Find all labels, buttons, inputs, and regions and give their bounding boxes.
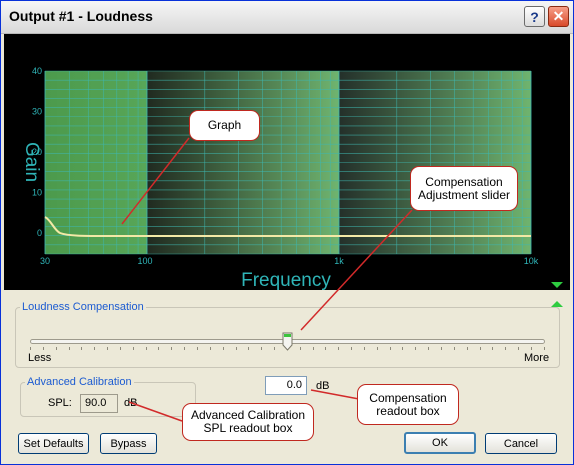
callout-graph: Graph: [189, 110, 260, 141]
set-defaults-button[interactable]: Set Defaults: [18, 433, 89, 454]
callout-graph-text: Graph: [207, 118, 242, 132]
compensation-unit-label: dB: [316, 380, 330, 392]
compensation-slider-thumb[interactable]: [282, 332, 293, 351]
callout-readout-line1: Compensation: [369, 390, 447, 405]
y-axis-label: Gain: [21, 142, 42, 182]
spl-readout-box: 90.0: [80, 394, 118, 413]
callout-readout: Compensation readout box: [357, 384, 459, 425]
spl-label: SPL:: [48, 397, 72, 409]
x-tick-label: 1k: [334, 256, 344, 266]
title-bar[interactable]: Output #1 - Loudness ? ✕: [1, 1, 573, 34]
grid-lines: [44, 70, 532, 255]
x-tick-label: 100: [137, 256, 152, 266]
slider-min-label: Less: [28, 352, 52, 364]
loudness-compensation-label: Loudness Compensation: [22, 301, 144, 313]
compensation-readout-box[interactable]: 0.0: [265, 376, 307, 395]
callout-spl-line2: SPL readout box: [203, 421, 293, 435]
y-tick-label: 40: [32, 66, 42, 76]
window-title: Output #1 - Loudness: [9, 8, 153, 24]
x-tick-labels: 30 100 1k 10k: [40, 256, 539, 266]
bypass-button[interactable]: Bypass: [100, 433, 157, 454]
spl-unit-label: dB: [124, 397, 138, 409]
y-tick-label: 30: [32, 107, 42, 117]
loudness-dialog: Output #1 - Loudness ? ✕ 40 30 20 10 0 3…: [0, 0, 574, 465]
help-button[interactable]: ?: [524, 6, 545, 27]
graph-svg: 403020100 30 100 1k 10k Gain Frequency: [21, 66, 563, 290]
slider-max-label: More: [524, 352, 550, 364]
callout-slider: Compensation Adjustment slider: [410, 166, 518, 211]
y-tick-label: 10: [32, 188, 42, 198]
cancel-button[interactable]: Cancel: [485, 433, 557, 454]
callout-readout-line2: readout box: [376, 403, 440, 418]
x-tick-label: 30: [40, 256, 50, 266]
close-icon: ✕: [552, 8, 565, 24]
help-icon: ?: [530, 8, 539, 25]
callout-spl: Advanced Calibration SPL readout box: [182, 403, 314, 441]
x-tick-label: 10k: [524, 256, 539, 266]
advanced-calibration-label: Advanced Calibration: [27, 376, 132, 388]
x-axis-label: Frequency: [241, 270, 331, 290]
close-button[interactable]: ✕: [548, 6, 569, 27]
ok-button[interactable]: OK: [404, 432, 476, 454]
callout-slider-line2: Adjustment slider: [417, 187, 511, 202]
frequency-response-graph: 40 30 20 10 0 30 100 1k 10k Gain Frequency: [4, 34, 570, 290]
y-tick-label: 0: [37, 228, 42, 238]
callout-slider-line1: Compensation: [425, 174, 503, 189]
collapse-graph-icon[interactable]: [551, 282, 563, 288]
